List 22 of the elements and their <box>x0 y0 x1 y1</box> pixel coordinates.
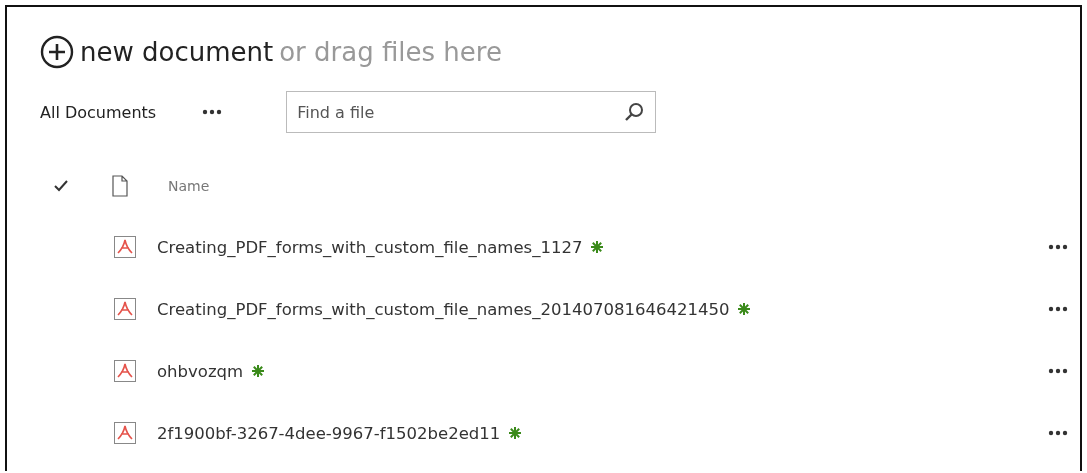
file-name-link[interactable]: 2f1900bf-3267-4dee-9967-f1502be2ed11 <box>157 423 501 443</box>
more-icon[interactable] <box>1048 430 1068 436</box>
search-field[interactable]: Find a file <box>286 91 657 133</box>
file-name-link[interactable]: Creating_PDF_forms_with_custom_file_names_1127 <box>157 237 583 257</box>
pdf-file-icon <box>114 236 136 258</box>
more-icon[interactable] <box>1048 244 1068 250</box>
file-name-link[interactable]: ohbvozqm <box>157 361 244 381</box>
file-name-link[interactable]: Creating_PDF_forms_with_custom_file_names_201407081646421450 <box>157 299 730 319</box>
new-document-link[interactable]: new document <box>80 37 274 67</box>
column-header[interactable]: Name <box>168 178 210 194</box>
pdf-file-icon <box>114 422 136 444</box>
pdf-file-icon <box>114 298 136 320</box>
more-icon[interactable] <box>1048 306 1068 312</box>
search-icon[interactable] <box>624 102 645 122</box>
more-icon[interactable] <box>202 109 223 115</box>
add-icon[interactable] <box>40 35 74 69</box>
select-all-checkmark-icon[interactable] <box>54 180 68 192</box>
more-icon[interactable] <box>1048 368 1068 374</box>
document-icon <box>112 175 128 197</box>
view-selector[interactable]: All Documents <box>40 102 157 122</box>
drag-hint: or drag files here <box>279 37 502 67</box>
pdf-file-icon <box>114 360 136 382</box>
